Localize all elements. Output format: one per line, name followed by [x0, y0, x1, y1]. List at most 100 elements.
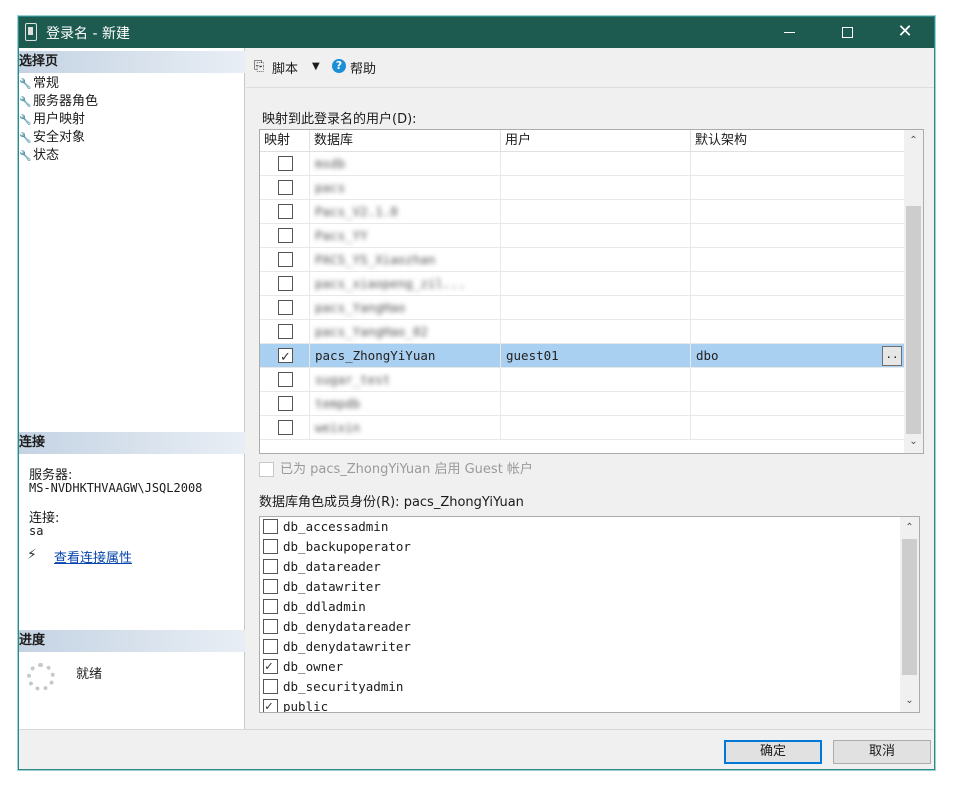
table-row[interactable]: msdb	[260, 152, 905, 176]
table-row[interactable]: weixin	[260, 416, 905, 440]
table-row[interactable]: sugar_test	[260, 368, 905, 392]
list-item[interactable]: db_owner	[263, 657, 343, 677]
list-item[interactable]: db_backupoperator	[263, 537, 411, 557]
role-checkbox[interactable]	[263, 657, 278, 677]
map-checkbox[interactable]	[278, 346, 293, 368]
user-cell[interactable]	[501, 368, 691, 392]
role-checkbox[interactable]	[263, 639, 278, 654]
schema-cell[interactable]	[691, 176, 905, 200]
role-name: db_backupoperator	[283, 539, 411, 554]
role-scrollbar[interactable]: ⌃ ⌄	[900, 517, 919, 712]
user-cell[interactable]	[501, 320, 691, 344]
user-cell[interactable]	[501, 248, 691, 272]
user-cell[interactable]	[501, 272, 691, 296]
map-checkbox[interactable]	[278, 276, 293, 291]
schema-cell[interactable]	[691, 368, 905, 392]
user-cell[interactable]	[501, 200, 691, 224]
user-cell[interactable]	[501, 416, 691, 440]
role-checkbox[interactable]	[263, 697, 278, 712]
map-checkbox[interactable]	[278, 252, 293, 267]
progress-status: 就绪	[76, 667, 103, 682]
nav-item[interactable]: 🔧 常规	[19, 75, 59, 93]
map-checkbox[interactable]	[278, 156, 293, 171]
table-row[interactable]: Pacs_YY	[260, 224, 905, 248]
schema-cell[interactable]	[691, 272, 905, 296]
scroll-up-icon[interactable]: ⌃	[904, 132, 923, 150]
schema-cell[interactable]	[691, 392, 905, 416]
table-row[interactable]: pacs_YangHao	[260, 296, 905, 320]
view-connection-properties-link[interactable]: 查看连接属性	[54, 547, 132, 566]
minimize-button[interactable]	[760, 17, 818, 48]
table-row[interactable]: Pacs_V2.1.0	[260, 200, 905, 224]
maximize-button[interactable]	[818, 17, 876, 48]
schema-cell[interactable]	[691, 416, 905, 440]
role-checkbox[interactable]	[263, 519, 278, 534]
grid-scroll-thumb[interactable]	[906, 206, 921, 434]
table-row[interactable]: PACS_YS_Xiaozhan	[260, 248, 905, 272]
role-scroll-up-icon[interactable]: ⌃	[900, 519, 919, 537]
close-button[interactable]: ✕	[876, 17, 934, 48]
map-cell	[260, 272, 310, 296]
help-button[interactable]: 帮助	[350, 58, 376, 77]
list-item[interactable]: db_denydatawriter	[263, 637, 411, 657]
cancel-button[interactable]: 取消	[833, 740, 931, 764]
list-item[interactable]: public	[263, 697, 329, 713]
schema-cell[interactable]	[691, 152, 905, 176]
user-cell[interactable]	[501, 392, 691, 416]
map-checkbox[interactable]	[278, 396, 293, 411]
role-checkbox[interactable]	[263, 579, 278, 594]
schema-cell[interactable]	[691, 224, 905, 248]
schema-cell[interactable]	[691, 248, 905, 272]
database-cell: pacs_xiaopeng_zil...	[310, 272, 501, 296]
role-checkbox[interactable]	[263, 619, 278, 634]
map-checkbox[interactable]	[278, 180, 293, 195]
scroll-down-icon[interactable]: ⌄	[904, 433, 923, 451]
table-row[interactable]: pacs_ZhongYiYuanguest01dbo..	[260, 344, 905, 368]
role-name: public	[283, 699, 329, 713]
role-scroll-thumb[interactable]	[902, 539, 917, 675]
table-row[interactable]: tempdb	[260, 392, 905, 416]
script-dropdown-icon[interactable]: ▼	[312, 61, 320, 72]
table-row[interactable]: pacs_YangHao_02	[260, 320, 905, 344]
map-checkbox[interactable]	[278, 300, 293, 315]
connection-value: sa	[29, 524, 44, 538]
list-item[interactable]: db_securityadmin	[263, 677, 403, 697]
nav-item[interactable]: 🔧 用户映射	[19, 111, 85, 129]
nav-item[interactable]: 🔧 状态	[19, 147, 59, 165]
list-item[interactable]: db_datareader	[263, 557, 381, 577]
close-icon: ✕	[897, 21, 913, 42]
role-scroll-down-icon[interactable]: ⌄	[900, 692, 919, 710]
map-checkbox[interactable]	[278, 204, 293, 219]
schema-cell[interactable]: dbo..	[691, 344, 905, 368]
table-row[interactable]: pacs	[260, 176, 905, 200]
table-row[interactable]: pacs_xiaopeng_zil...	[260, 272, 905, 296]
schema-browse-button[interactable]: ..	[882, 346, 902, 366]
user-cell[interactable]: guest01	[501, 344, 691, 368]
map-checkbox[interactable]	[278, 324, 293, 339]
user-cell[interactable]	[501, 296, 691, 320]
role-checkbox[interactable]	[263, 559, 278, 574]
schema-cell[interactable]	[691, 296, 905, 320]
list-item[interactable]: db_denydatareader	[263, 617, 411, 637]
role-checkbox[interactable]	[263, 599, 278, 614]
list-item[interactable]: db_ddladmin	[263, 597, 366, 617]
nav-item[interactable]: 🔧 安全对象	[19, 129, 85, 147]
ok-button[interactable]: 确定	[724, 740, 822, 764]
map-checkbox[interactable]	[278, 228, 293, 243]
nav-item[interactable]: 🔧 服务器角色	[19, 93, 98, 111]
help-icon[interactable]: ?	[332, 59, 346, 73]
script-button[interactable]: 脚本	[272, 58, 298, 77]
list-item[interactable]: db_datawriter	[263, 577, 381, 597]
user-cell[interactable]	[501, 224, 691, 248]
map-checkbox[interactable]	[278, 372, 293, 387]
grid-scrollbar[interactable]: ⌃ ⌄	[904, 130, 923, 453]
schema-cell[interactable]	[691, 320, 905, 344]
user-cell[interactable]	[501, 176, 691, 200]
role-checkbox[interactable]	[263, 679, 278, 694]
user-cell[interactable]	[501, 152, 691, 176]
list-item[interactable]: db_accessadmin	[263, 517, 388, 537]
map-checkbox[interactable]	[278, 420, 293, 435]
role-checkbox[interactable]	[263, 539, 278, 554]
schema-cell[interactable]	[691, 200, 905, 224]
nav-item-label: 常规	[33, 76, 60, 91]
